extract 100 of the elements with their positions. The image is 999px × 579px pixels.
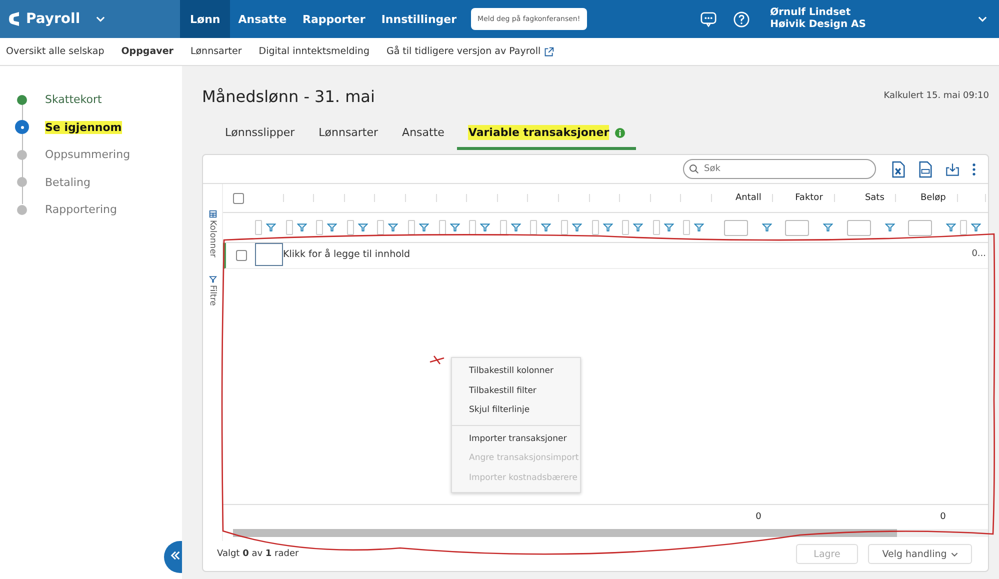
app-name[interactable]: Payroll	[26, 11, 80, 27]
filter-field[interactable]	[785, 220, 810, 236]
total-value: 0	[756, 512, 762, 522]
user-name[interactable]: Ørnulf Lindset	[770, 7, 866, 19]
step-label[interactable]: Oppsummering	[45, 148, 130, 162]
help-icon[interactable]	[733, 10, 750, 28]
logo-icon	[8, 11, 20, 27]
filter-field[interactable]	[530, 220, 538, 235]
tab[interactable]: Ansatte	[391, 126, 456, 150]
filter-field[interactable]	[377, 220, 384, 235]
step-label[interactable]: Skattekort	[45, 93, 102, 106]
step-dot	[17, 94, 27, 105]
filter-icon[interactable]	[946, 223, 956, 232]
selection-count: Valgt 0 av 1 rader	[217, 549, 299, 559]
page-title: Månedslønn - 31. mai	[202, 86, 375, 106]
filter-field[interactable]	[622, 220, 630, 235]
table-cell: 0...	[972, 249, 986, 259]
calculated-time: Kalkulert 15. mai 09:10	[884, 91, 989, 101]
step-label[interactable]: Se igjennom	[45, 120, 122, 134]
nav-link[interactable]: Gå til tidligere versjon av Payroll	[386, 46, 554, 57]
filter-icon[interactable]	[572, 223, 582, 232]
filter-icon[interactable]	[823, 223, 834, 232]
filter-icon[interactable]	[388, 223, 398, 232]
chevron-icon[interactable]	[96, 16, 106, 22]
row-checkbox[interactable]	[236, 250, 246, 261]
filter-icon[interactable]	[633, 223, 644, 232]
filter-field[interactable]	[560, 220, 568, 235]
filter-icon[interactable]	[541, 223, 552, 232]
input-field[interactable]	[255, 243, 283, 266]
add-row-prompt[interactable]: Klikk for å legge til innhold	[283, 249, 410, 260]
csv-file-icon[interactable]	[918, 160, 933, 178]
step-dot	[17, 177, 27, 188]
filter-field[interactable]	[908, 220, 932, 236]
filter-icon[interactable]	[970, 223, 981, 232]
filter-field[interactable]	[500, 220, 507, 235]
filter-field[interactable]	[652, 220, 660, 235]
filter-field[interactable]	[346, 220, 354, 235]
table-icon	[208, 210, 216, 218]
filter-icon[interactable]	[480, 223, 490, 232]
filter-field[interactable]	[592, 220, 599, 235]
action-dropdown[interactable]: Velg handling	[868, 544, 972, 564]
menu-item[interactable]: Tilbakestill filter	[452, 382, 580, 401]
filter-icon[interactable]	[418, 223, 429, 232]
excel-icon[interactable]	[891, 160, 906, 178]
filter-field[interactable]	[316, 220, 324, 235]
filter-icon[interactable]	[602, 223, 613, 232]
filter-field[interactable]	[469, 220, 476, 235]
filter-field[interactable]	[438, 220, 446, 235]
filter-field[interactable]	[286, 220, 293, 235]
filter-icon[interactable]	[327, 223, 338, 232]
nav-link[interactable]: Lønnsarter	[190, 46, 242, 57]
nav-link[interactable]: Oversikt alle selskap	[6, 46, 104, 57]
filter-field[interactable]	[255, 220, 262, 235]
nav-tab[interactable]: Ansatte	[230, 0, 295, 38]
chat-icon[interactable]	[700, 10, 718, 28]
nav-link[interactable]: Oppgaver	[121, 46, 174, 57]
column-header[interactable]: Faktor	[795, 193, 823, 203]
double-chevron-icon	[170, 550, 180, 560]
filter-icon[interactable]	[884, 223, 895, 232]
filter-field[interactable]	[683, 220, 690, 235]
collapse-button[interactable]	[164, 541, 182, 573]
filter-field[interactable]	[960, 220, 967, 235]
filters-tab[interactable]: Filtre	[208, 275, 218, 306]
filter-field[interactable]	[408, 220, 415, 235]
menu-item[interactable]: Tilbakestill kolonner	[452, 362, 580, 382]
filter-icon	[208, 275, 216, 284]
filter-icon[interactable]	[664, 223, 674, 232]
menu-item[interactable]: Importer transaksjoner	[452, 424, 580, 449]
chevron-icon[interactable]	[978, 16, 987, 22]
more-icon[interactable]	[972, 162, 976, 176]
menu-item[interactable]: Skjul filterlinje	[452, 401, 580, 420]
columns-tab[interactable]: Kolonner	[208, 210, 218, 258]
filter-icon[interactable]	[762, 223, 772, 232]
nav-tab[interactable]: Lønn	[180, 0, 230, 38]
filter-icon[interactable]	[510, 223, 521, 232]
filter-field[interactable]	[846, 220, 871, 236]
tab[interactable]: Lønnsslipper	[214, 126, 306, 150]
step-dot	[17, 150, 27, 160]
company-name: Høivik Design AS	[770, 19, 866, 31]
download-icon[interactable]	[945, 160, 960, 178]
step-label[interactable]: Betaling	[45, 176, 90, 189]
filter-field[interactable]	[724, 220, 748, 236]
step-dot	[17, 204, 27, 215]
tab[interactable]: Lønnsarter	[308, 126, 390, 150]
column-header[interactable]: Sats	[864, 193, 884, 203]
column-header[interactable]: Antall	[736, 193, 762, 203]
filter-icon[interactable]	[296, 223, 307, 232]
filter-icon[interactable]	[450, 223, 460, 232]
select-all-checkbox[interactable]	[232, 192, 244, 204]
nav-tab[interactable]: Rapporter	[294, 0, 374, 38]
search-field[interactable]: Søk	[683, 159, 876, 179]
nav-tab[interactable]: Innstillinger	[373, 0, 465, 38]
nav-link[interactable]: Digital inntektsmelding	[258, 46, 370, 57]
filter-icon[interactable]	[694, 223, 704, 232]
filter-icon[interactable]	[358, 223, 368, 232]
step-label[interactable]: Rapportering	[45, 203, 117, 216]
step-dot	[15, 120, 29, 134]
scrollbar[interactable]	[233, 529, 988, 537]
filter-icon[interactable]	[266, 223, 276, 232]
column-header[interactable]: Beløp	[920, 193, 946, 203]
